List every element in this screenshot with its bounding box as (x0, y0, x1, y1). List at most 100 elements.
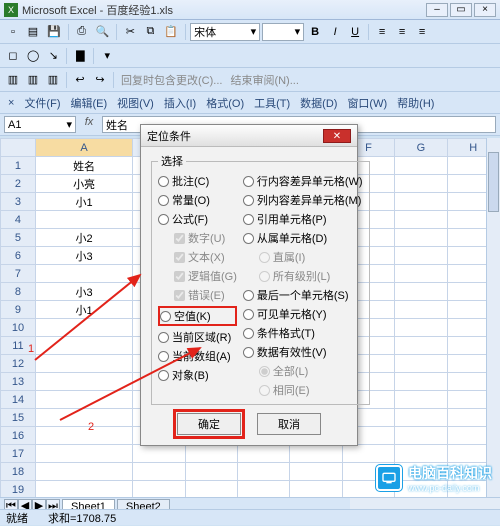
row-header[interactable]: 5 (1, 229, 36, 247)
cell[interactable] (133, 445, 185, 463)
bold-button[interactable]: B (306, 23, 324, 41)
menu-window[interactable]: 窗口(W) (343, 94, 391, 112)
ok-button[interactable]: 确定 (177, 413, 241, 435)
option-comments[interactable] (158, 176, 169, 187)
option-blanks[interactable] (160, 311, 171, 322)
cell[interactable] (395, 445, 447, 463)
shape-icon[interactable]: ◻ (4, 47, 22, 65)
print-icon[interactable]: ⎙ (73, 23, 91, 41)
row-header[interactable]: 19 (1, 481, 36, 498)
cell[interactable] (395, 229, 447, 247)
option-visible[interactable] (243, 309, 254, 320)
cell[interactable] (35, 373, 132, 391)
cell[interactable] (290, 481, 342, 498)
cell[interactable] (395, 301, 447, 319)
window-close-button[interactable]: × (474, 3, 496, 17)
cell[interactable] (395, 265, 447, 283)
preview-icon[interactable]: 🔍 (93, 23, 113, 41)
cell[interactable] (395, 157, 447, 175)
cell[interactable] (395, 175, 447, 193)
align-left-icon[interactable]: ≡ (373, 23, 391, 41)
dialog-close-button[interactable]: ✕ (323, 129, 351, 143)
new-icon[interactable]: ▫ (4, 23, 22, 41)
window-maximize-button[interactable]: ▭ (450, 3, 472, 17)
cell[interactable] (395, 247, 447, 265)
underline-button[interactable]: U (346, 23, 364, 41)
option-cond_format[interactable] (243, 328, 254, 339)
option-row_diff[interactable] (243, 176, 254, 187)
italic-button[interactable]: I (326, 23, 344, 41)
font-name-box[interactable]: 宋体 ▾ (190, 23, 260, 41)
cell[interactable] (395, 427, 447, 445)
cell[interactable] (238, 445, 290, 463)
fx-icon[interactable]: fx (80, 116, 98, 133)
menu-format[interactable]: 格式(O) (202, 94, 248, 112)
menu-edit[interactable]: 编辑(E) (66, 94, 111, 112)
align-right-icon[interactable]: ≡ (413, 23, 431, 41)
cell[interactable] (395, 409, 447, 427)
row-header[interactable]: 4 (1, 211, 36, 229)
dialog-titlebar[interactable]: 定位条件 ✕ (141, 125, 357, 147)
cell[interactable] (290, 445, 342, 463)
row-header[interactable]: 17 (1, 445, 36, 463)
cell[interactable] (395, 211, 447, 229)
cell[interactable]: 小3 (35, 283, 132, 301)
save-icon[interactable]: 💾 (44, 23, 64, 41)
row-header[interactable]: 3 (1, 193, 36, 211)
cell[interactable] (395, 193, 447, 211)
cell[interactable] (395, 319, 447, 337)
option-col_diff[interactable] (243, 195, 254, 206)
row-header[interactable]: 12 (1, 355, 36, 373)
cell[interactable] (395, 355, 447, 373)
option-last_cell[interactable] (243, 290, 254, 301)
cell[interactable]: 小亮 (35, 175, 132, 193)
cancel-button[interactable]: 取消 (257, 413, 321, 435)
option-current_region[interactable] (158, 332, 169, 343)
copy-icon[interactable]: ⧉ (141, 23, 159, 41)
review-icon[interactable]: ▥ (44, 71, 62, 89)
cell[interactable] (35, 409, 132, 427)
cell[interactable] (238, 463, 290, 481)
cell[interactable] (35, 211, 132, 229)
shape-icon[interactable]: ◯ (24, 47, 42, 65)
cell[interactable] (185, 481, 237, 498)
end-review-button[interactable]: 结束审阅(N)... (227, 71, 301, 89)
menu-help[interactable]: 帮助(H) (393, 94, 438, 112)
cell[interactable]: 姓名 (35, 157, 132, 175)
col-header-a[interactable]: A (35, 139, 132, 157)
cell[interactable] (395, 391, 447, 409)
cell[interactable] (35, 445, 132, 463)
cell[interactable] (35, 337, 132, 355)
cell[interactable] (35, 481, 132, 498)
menu-data[interactable]: 数据(D) (296, 94, 341, 112)
row-header[interactable]: 15 (1, 409, 36, 427)
align-center-icon[interactable]: ≡ (393, 23, 411, 41)
option-dependents[interactable] (243, 233, 254, 244)
cell[interactable] (238, 481, 290, 498)
menu-tools[interactable]: 工具(T) (250, 94, 294, 112)
toolbar-dropdown-icon[interactable]: ▾ (98, 47, 116, 65)
name-box[interactable]: A1 ▾ (4, 116, 76, 133)
cell[interactable]: 小2 (35, 229, 132, 247)
cell[interactable] (35, 319, 132, 337)
review-icon[interactable]: ↩ (71, 71, 89, 89)
cell[interactable] (185, 463, 237, 481)
shape-icon[interactable]: ↘ (44, 47, 62, 65)
doc-close-icon[interactable]: × (4, 96, 18, 110)
cell[interactable] (342, 445, 394, 463)
cell[interactable] (35, 463, 132, 481)
cell[interactable] (185, 445, 237, 463)
cell[interactable] (290, 463, 342, 481)
review-icon[interactable]: ▥ (4, 71, 22, 89)
option-validation[interactable] (243, 347, 254, 358)
option-objects[interactable] (158, 370, 169, 381)
cell[interactable] (395, 283, 447, 301)
color-icon[interactable]: ▇ (71, 47, 89, 65)
row-header[interactable]: 7 (1, 265, 36, 283)
row-header[interactable]: 1 (1, 157, 36, 175)
row-header[interactable]: 18 (1, 463, 36, 481)
row-header[interactable]: 9 (1, 301, 36, 319)
cell[interactable] (35, 355, 132, 373)
cut-icon[interactable]: ✂ (121, 23, 139, 41)
menu-view[interactable]: 视图(V) (113, 94, 158, 112)
